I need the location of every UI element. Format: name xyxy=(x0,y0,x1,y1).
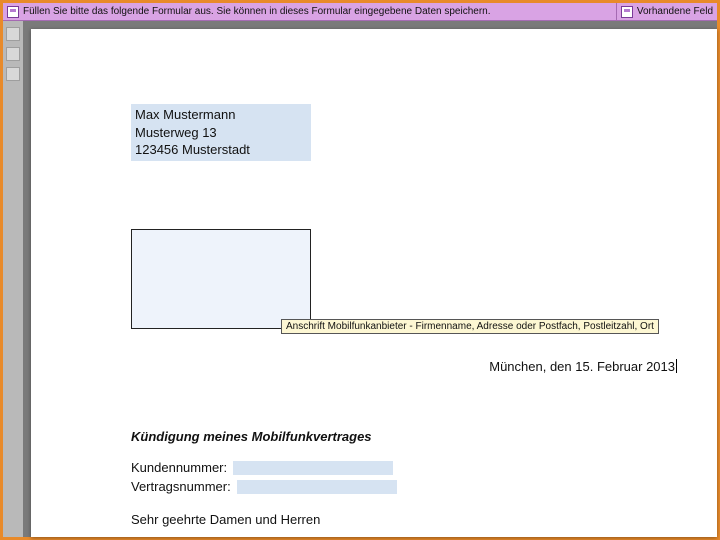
notification-text: Füllen Sie bitte das folgende Formular a… xyxy=(23,6,491,17)
form-notification-bar: Füllen Sie bitte das folgende Formular a… xyxy=(3,3,717,21)
document-page: Max Mustermann Musterweg 13 123456 Muste… xyxy=(31,29,717,537)
left-toolbar xyxy=(3,21,23,537)
kundennummer-label: Kundennummer: xyxy=(131,459,227,478)
field-tooltip: Anschrift Mobilfunkanbieter - Firmenname… xyxy=(281,319,659,334)
vertragsnummer-field[interactable] xyxy=(237,480,397,494)
sender-address-field[interactable]: Max Mustermann Musterweg 13 123456 Muste… xyxy=(131,104,311,161)
kundennummer-row: Kundennummer: xyxy=(131,459,397,478)
highlight-fields-label: Vorhandene Feld xyxy=(637,6,713,17)
tool-icon[interactable] xyxy=(6,67,20,81)
letter-body: Kundennummer: Vertragsnummer: Sehr geehr… xyxy=(131,459,397,530)
sender-street: Musterweg 13 xyxy=(135,124,307,142)
sender-name: Max Mustermann xyxy=(135,106,307,124)
form-icon xyxy=(7,6,19,18)
greeting-line: Sehr geehrte Damen und Herren xyxy=(131,511,397,530)
vertragsnummer-row: Vertragsnummer: xyxy=(131,478,397,497)
place-date-line[interactable]: München, den 15. Februar 2013 xyxy=(489,359,677,374)
tool-icon[interactable] xyxy=(6,47,20,61)
recipient-address-field[interactable] xyxy=(131,229,311,329)
highlight-fields-button[interactable]: Vorhandene Feld xyxy=(616,3,717,20)
document-viewport: Max Mustermann Musterweg 13 123456 Muste… xyxy=(23,21,717,537)
tool-icon[interactable] xyxy=(6,27,20,41)
notification-left: Füllen Sie bitte das folgende Formular a… xyxy=(3,6,491,18)
form-icon xyxy=(621,6,633,18)
vertragsnummer-label: Vertragsnummer: xyxy=(131,478,231,497)
subject-line: Kündigung meines Mobilfunkvertrages xyxy=(131,429,372,444)
kundennummer-field[interactable] xyxy=(233,461,393,475)
sender-city: 123456 Musterstadt xyxy=(135,141,307,159)
app-frame: Füllen Sie bitte das folgende Formular a… xyxy=(0,0,720,540)
